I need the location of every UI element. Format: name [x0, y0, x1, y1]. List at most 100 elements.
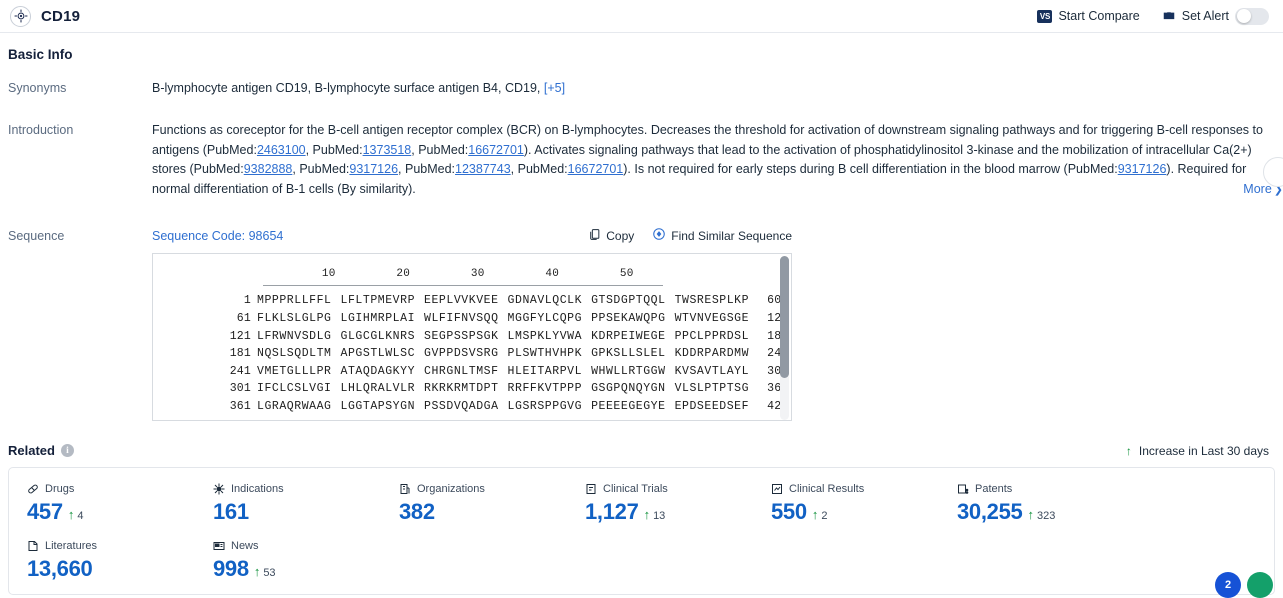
pubmed-link[interactable]: 9317126 — [349, 162, 398, 176]
pill-icon — [27, 483, 39, 495]
sequence-block: LGSRSPPGVG — [507, 399, 583, 413]
start-compare-button[interactable]: VS Start Compare — [1037, 9, 1140, 23]
sequence-block: PPSEKAWQPG — [591, 311, 666, 325]
sequence-start-index: 181 — [229, 347, 251, 361]
sequence-block: ATAQDAGKYY — [340, 364, 416, 378]
book-icon — [27, 540, 39, 552]
stat-delta: ↑ 13 — [644, 507, 666, 522]
sequence-block: KDDRPARDMW — [674, 347, 750, 361]
stat-clinical-trials[interactable]: Clinical Trials 1,127 ↑ 13 — [567, 482, 753, 525]
pubmed-link[interactable]: 1373518 — [363, 143, 412, 157]
set-alert-control[interactable]: Set Alert — [1162, 7, 1269, 25]
floating-action-buttons: 2 — [1215, 572, 1273, 598]
stat-patents[interactable]: Patents 30,255 ↑ 323 — [939, 482, 1125, 525]
arrow-up-icon: ↑ — [811, 507, 819, 523]
notification-fab[interactable]: 2 — [1215, 572, 1241, 598]
intro-part-6: , PubMed: — [398, 162, 456, 177]
sequence-start-index: 1 — [243, 294, 251, 308]
building-icon — [399, 483, 411, 495]
stat-value[interactable]: 998 — [213, 556, 249, 582]
target-icon — [10, 5, 31, 27]
chat-fab[interactable] — [1247, 572, 1273, 598]
sequence-block: LMSPKLYVWA — [507, 329, 583, 343]
stat-drugs[interactable]: Drugs 457 ↑ 4 — [9, 482, 195, 525]
intro-part-5: , PubMed: — [292, 162, 350, 177]
sequence-ruler: 10 20 30 40 50 — [153, 268, 791, 284]
find-similar-sequence-button[interactable]: Find Similar Sequence — [652, 227, 792, 244]
stat-value[interactable]: 457 — [27, 499, 63, 525]
synonyms-value: B-lymphocyte antigen CD19, B-lymphocyte … — [152, 79, 1283, 97]
pubmed-link[interactable]: 9382888 — [244, 162, 293, 176]
set-alert-toggle[interactable] — [1235, 7, 1269, 25]
pubmed-link[interactable]: 16672701 — [568, 162, 624, 176]
sequence-viewer[interactable]: 10 20 30 40 50 1 MPPPRLLFFL LFLTPMEVRP E… — [152, 253, 792, 422]
stat-organizations[interactable]: Organizations 382 — [381, 482, 567, 525]
sequence-block: VMETGLLLPR — [257, 364, 332, 378]
synonyms-row: Synonyms B-lymphocyte antigen CD19, B-ly… — [0, 79, 1283, 97]
arrow-up-icon: ↑ — [1027, 507, 1035, 523]
stat-news[interactable]: News 998 ↑ 53 — [195, 539, 381, 582]
page-title: CD19 — [41, 7, 81, 25]
sequence-block: LHLQRALVLR — [340, 382, 416, 396]
stat-value[interactable]: 382 — [399, 499, 435, 525]
sequence-start-index: 301 — [229, 382, 251, 396]
stat-label: Clinical Trials — [603, 483, 668, 496]
sequence-label: Sequence — [8, 229, 65, 244]
virus-icon — [213, 483, 225, 495]
sequence-block: EPDSEEDSEF — [674, 399, 750, 413]
arrow-up-icon: ↑ — [253, 564, 261, 580]
sequence-blocks: LGRAQRWAAG LGGTAPSYGN PSSDVQADGA LGSRSPP… — [257, 400, 749, 413]
sequence-line: 181 NQSLSQDLTM APGSTLWLSC GVPPDSVSRG PLS… — [153, 347, 791, 365]
sequence-block: LGGTAPSYGN — [340, 399, 416, 413]
info-icon[interactable]: i — [60, 444, 74, 458]
stat-clinical-results[interactable]: Clinical Results 550 ↑ 2 — [753, 482, 939, 525]
stat-value[interactable]: 1,127 — [585, 499, 639, 525]
ruler-tick: 50 — [619, 268, 634, 281]
sequence-block: GVPPDSVSRG — [424, 347, 499, 361]
stat-delta: ↑ 4 — [68, 507, 84, 522]
sequence-block: SEGPSSPSGK — [424, 329, 499, 343]
sequence-block: KDRPEIWEGE — [591, 329, 666, 343]
pubmed-link[interactable]: 9317126 — [1118, 162, 1167, 176]
find-similar-icon — [652, 227, 666, 244]
stat-header: Literatures — [27, 539, 195, 553]
stat-value[interactable]: 30,255 — [957, 499, 1023, 525]
sequence-block: PLSWTHVHPK — [507, 347, 583, 361]
sequence-rows: 1 MPPPRLLFFL LFLTPMEVRP EEPLVVKVEE GDNAV… — [153, 294, 791, 417]
introduction-wrapper: Functions as coreceptor for the B-cell a… — [152, 121, 1283, 200]
related-legend-label: Increase in Last 30 days — [1138, 443, 1269, 458]
copy-button[interactable]: Copy — [588, 228, 634, 244]
related-title: Related — [8, 443, 55, 459]
stat-literatures[interactable]: Literatures 13,660 — [9, 539, 195, 582]
start-compare-label: Start Compare — [1058, 9, 1140, 23]
stat-value-wrap: 998 ↑ 53 — [213, 556, 381, 582]
stat-value[interactable]: 550 — [771, 499, 807, 525]
pubmed-link[interactable]: 12387743 — [455, 162, 511, 176]
sequence-block: PSSDVQADGA — [424, 399, 499, 413]
sequence-line: 301 IFCLCSLVGI LHLQRALVLR RKRKRMTDPT RRF… — [153, 382, 791, 400]
sequence-scrollbar-thumb[interactable] — [780, 256, 789, 379]
related-stats-card: Drugs 457 ↑ 4 Indications 161 Organizati… — [8, 467, 1275, 596]
sequence-block: RKRKRMTDPT — [424, 382, 499, 396]
ruler-tick: 10 — [321, 268, 336, 281]
pubmed-link[interactable]: 2463100 — [257, 143, 306, 157]
stat-delta: ↑ 53 — [254, 564, 276, 579]
stat-value-wrap: 30,255 ↑ 323 — [957, 499, 1125, 525]
stat-value-wrap: 457 ↑ 4 — [27, 499, 195, 525]
sequence-code-link[interactable]: Sequence Code: 98654 — [152, 229, 283, 243]
sequence-block: APGSTLWLSC — [340, 347, 416, 361]
sequence-block: EEPLVVKVEE — [424, 294, 499, 308]
sequence-scrollbar[interactable] — [780, 256, 789, 421]
introduction-row: Introduction Functions as coreceptor for… — [0, 121, 1283, 200]
stat-label: News — [231, 540, 259, 553]
pubmed-link[interactable]: 16672701 — [468, 143, 524, 157]
stat-indications[interactable]: Indications 161 — [195, 482, 381, 525]
copy-icon — [588, 228, 601, 244]
stat-value[interactable]: 13,660 — [27, 556, 93, 582]
stat-header: Indications — [213, 482, 381, 496]
clipboard-icon — [585, 483, 597, 495]
synonyms-more-link[interactable]: [+5] — [544, 81, 565, 95]
sequence-start-index: 361 — [229, 399, 251, 413]
stat-value[interactable]: 161 — [213, 499, 249, 525]
sequence-block: LGRAQRWAAG — [257, 399, 332, 413]
